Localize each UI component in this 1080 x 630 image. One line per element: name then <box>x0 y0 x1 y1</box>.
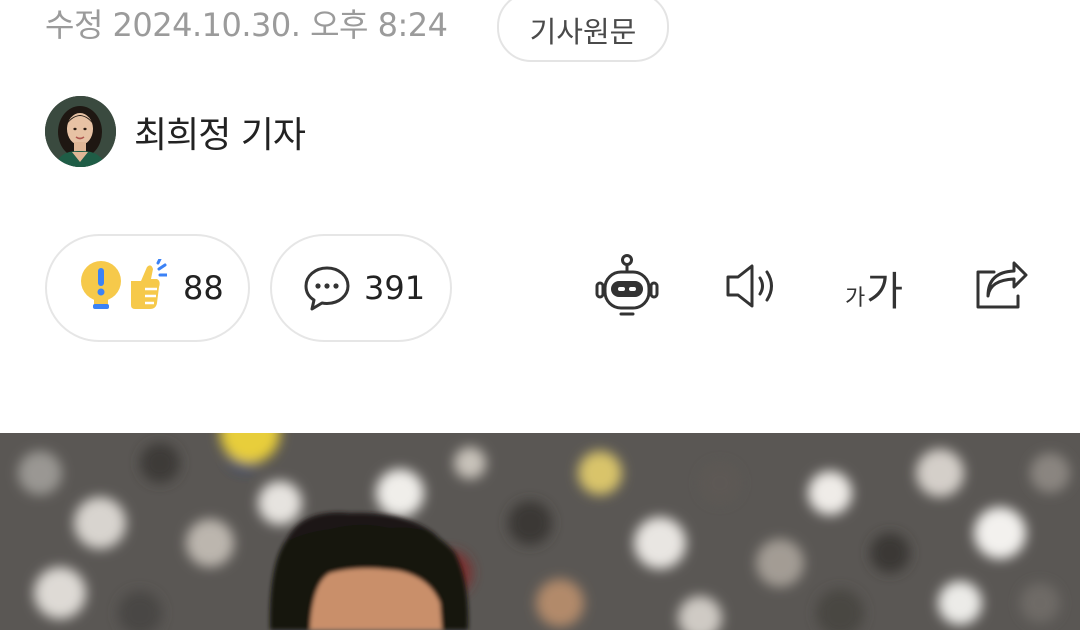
comment-count: 391 <box>364 269 426 307</box>
font-size-large-label: 가 <box>866 269 904 315</box>
lightbulb-icon <box>79 259 125 317</box>
speaker-icon <box>722 262 780 314</box>
thumbs-up-icon <box>127 257 169 317</box>
reporter-name[interactable]: 최희정 기자 <box>134 106 306 158</box>
font-size-button[interactable]: 가 가 <box>836 250 912 326</box>
article-meta: 수정 2024.10.30. 오후 8:24 기사원문 <box>45 0 669 62</box>
speech-bubble-icon <box>302 263 352 313</box>
article-page: 수정 2024.10.30. 오후 8:24 기사원문 최희정 기자 88 39… <box>0 0 1080 630</box>
font-size-icon: 가 가 <box>845 259 903 317</box>
original-article-button[interactable]: 기사원문 <box>497 0 669 62</box>
listen-button[interactable] <box>716 250 786 326</box>
reporter-avatar[interactable] <box>45 96 116 167</box>
reaction-button[interactable]: 88 <box>45 234 250 342</box>
reaction-count: 88 <box>183 269 224 307</box>
comment-button[interactable]: 391 <box>270 234 452 342</box>
article-photo[interactable] <box>0 433 1080 630</box>
reporter-info[interactable]: 최희정 기자 <box>45 96 306 167</box>
modified-date: 수정 2024.10.30. 오후 8:24 <box>45 6 448 44</box>
share-icon <box>972 260 1030 316</box>
font-size-small-label: 가 <box>844 286 866 311</box>
reaction-icons <box>79 257 169 317</box>
share-button[interactable] <box>966 250 1036 326</box>
ai-summary-button[interactable] <box>592 250 662 326</box>
robot-icon <box>593 253 661 323</box>
